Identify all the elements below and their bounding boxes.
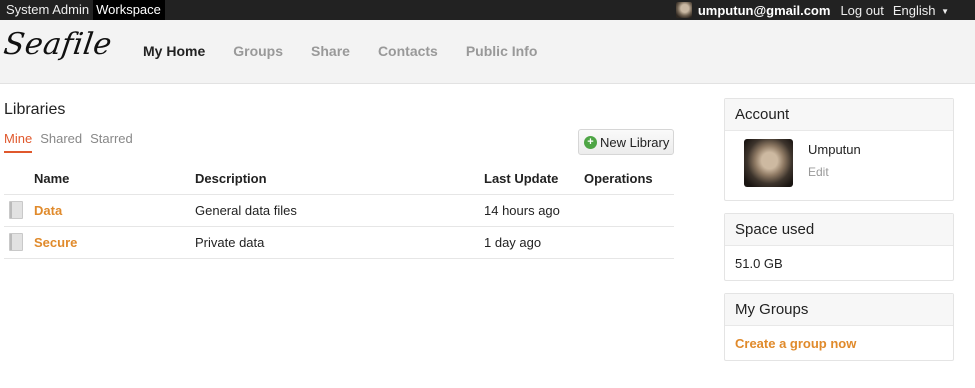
user-email-link[interactable]: umputun@gmail.com — [698, 3, 831, 18]
new-library-button[interactable]: + New Library — [578, 129, 674, 155]
account-panel-title: Account — [725, 99, 953, 131]
my-groups-panel: My Groups Create a group now — [724, 293, 954, 361]
main-nav: My Home Groups Share Contacts Public Inf… — [129, 20, 551, 84]
user-avatar-icon[interactable] — [675, 2, 692, 18]
language-label: English — [892, 2, 936, 18]
account-name: Umputun — [808, 142, 861, 157]
nav-groups[interactable]: Groups — [219, 20, 297, 84]
space-used-title: Space used — [725, 214, 953, 246]
new-library-label: New Library — [600, 134, 670, 150]
caret-down-icon: ▼ — [941, 6, 949, 16]
tab-shared[interactable]: Shared — [40, 131, 82, 153]
topbar-right: umputun@gmail.com Log out English ▼ — [675, 0, 975, 20]
library-tabs: Mine Shared Starred — [4, 131, 141, 153]
nav-my-home[interactable]: My Home — [129, 20, 219, 84]
header-operations: Operations — [584, 163, 674, 195]
edit-account-link[interactable]: Edit — [808, 165, 829, 179]
library-last-update: 14 hours ago — [484, 194, 584, 227]
topbar-left: System Admin Workspace — [0, 0, 165, 20]
nav-share[interactable]: Share — [297, 20, 364, 84]
header-last-update[interactable]: Last Update — [484, 163, 584, 195]
create-group-link[interactable]: Create a group now — [725, 326, 953, 361]
table-row: Secure Private data 1 day ago — [4, 226, 674, 259]
top-bar: System Admin Workspace umputun@gmail.com… — [0, 0, 975, 20]
space-used-value: 51.0 GB — [735, 256, 783, 271]
library-operations — [584, 226, 674, 259]
nav-contacts[interactable]: Contacts — [364, 20, 452, 84]
my-groups-title: My Groups — [725, 294, 953, 326]
header: Seafile My Home Groups Share Contacts Pu… — [0, 20, 975, 84]
page-title: Libraries — [4, 101, 66, 118]
system-admin-link[interactable]: System Admin — [0, 0, 93, 20]
seafile-logo[interactable]: Seafile — [2, 27, 115, 62]
library-last-update: 1 day ago — [484, 226, 584, 259]
library-name-link[interactable]: Secure — [34, 235, 77, 250]
library-description: General data files — [195, 194, 484, 227]
plus-circle-icon: + — [584, 135, 597, 149]
workspace-link[interactable]: Workspace — [93, 0, 165, 20]
avatar[interactable] — [744, 139, 793, 187]
header-name[interactable]: Name — [34, 163, 195, 195]
library-name-link[interactable]: Data — [34, 203, 62, 218]
space-used-panel: Space used 51.0 GB — [724, 213, 954, 281]
tab-starred[interactable]: Starred — [90, 131, 133, 153]
header-description: Description — [195, 163, 484, 195]
library-operations — [584, 194, 674, 227]
header-icon-cell — [4, 163, 34, 195]
library-icon — [9, 233, 23, 251]
nav-public-info[interactable]: Public Info — [452, 20, 552, 84]
library-icon — [9, 201, 23, 219]
table-header-row: Name Description Last Update Operations — [4, 163, 674, 195]
account-panel: Account Umputun Edit — [724, 98, 954, 201]
table-row: Data General data files 14 hours ago — [4, 194, 674, 227]
library-description: Private data — [195, 226, 484, 259]
language-dropdown[interactable]: English ▼ — [893, 3, 949, 18]
tab-mine[interactable]: Mine — [4, 131, 33, 153]
library-table: Name Description Last Update Operations … — [4, 163, 674, 259]
logout-link[interactable]: Log out — [840, 3, 883, 18]
